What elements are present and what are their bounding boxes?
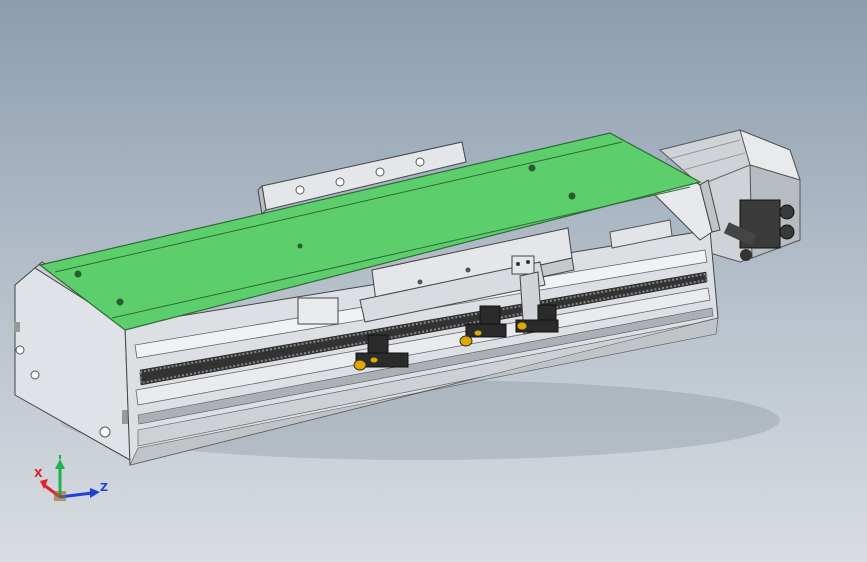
x-axis-label: X <box>34 467 43 480</box>
y-axis-label: Y <box>55 455 65 462</box>
coordinate-triad[interactable]: X Y Z <box>30 455 110 515</box>
z-axis-label: Z <box>100 481 108 494</box>
linear-actuator-model[interactable] <box>0 0 867 562</box>
cad-viewport[interactable]: X Y Z <box>0 0 867 562</box>
sensor-flag-block <box>511 255 535 275</box>
